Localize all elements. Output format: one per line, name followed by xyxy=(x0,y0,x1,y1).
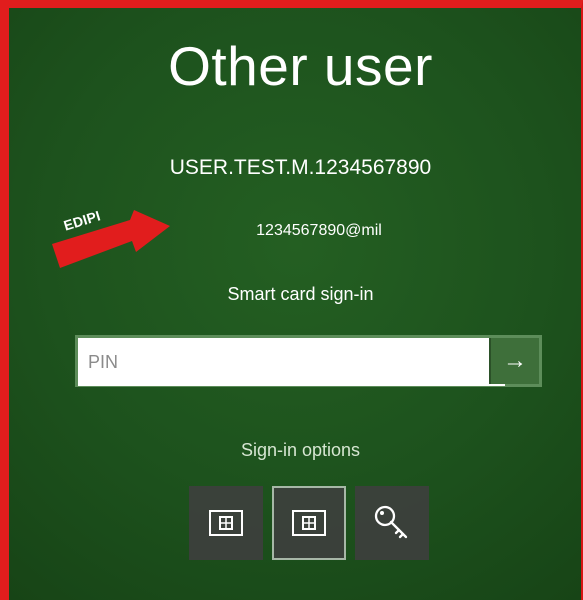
key-icon xyxy=(374,505,408,539)
arrow-right-icon: → xyxy=(503,347,527,374)
smart-card-option[interactable] xyxy=(189,486,263,560)
pin-field[interactable]: → xyxy=(75,335,542,387)
smart-card-icon xyxy=(292,510,326,536)
key-option[interactable] xyxy=(355,486,429,560)
submit-button[interactable]: → xyxy=(489,338,539,384)
signin-options-label: Sign-in options xyxy=(240,440,361,460)
page-title: Other user xyxy=(168,35,433,97)
smart-card-option-selected[interactable] xyxy=(272,486,346,560)
smart-card-icon xyxy=(209,510,243,536)
username-text: USER.TEST.M.1234567890 xyxy=(169,156,432,179)
pin-input[interactable] xyxy=(78,338,505,386)
